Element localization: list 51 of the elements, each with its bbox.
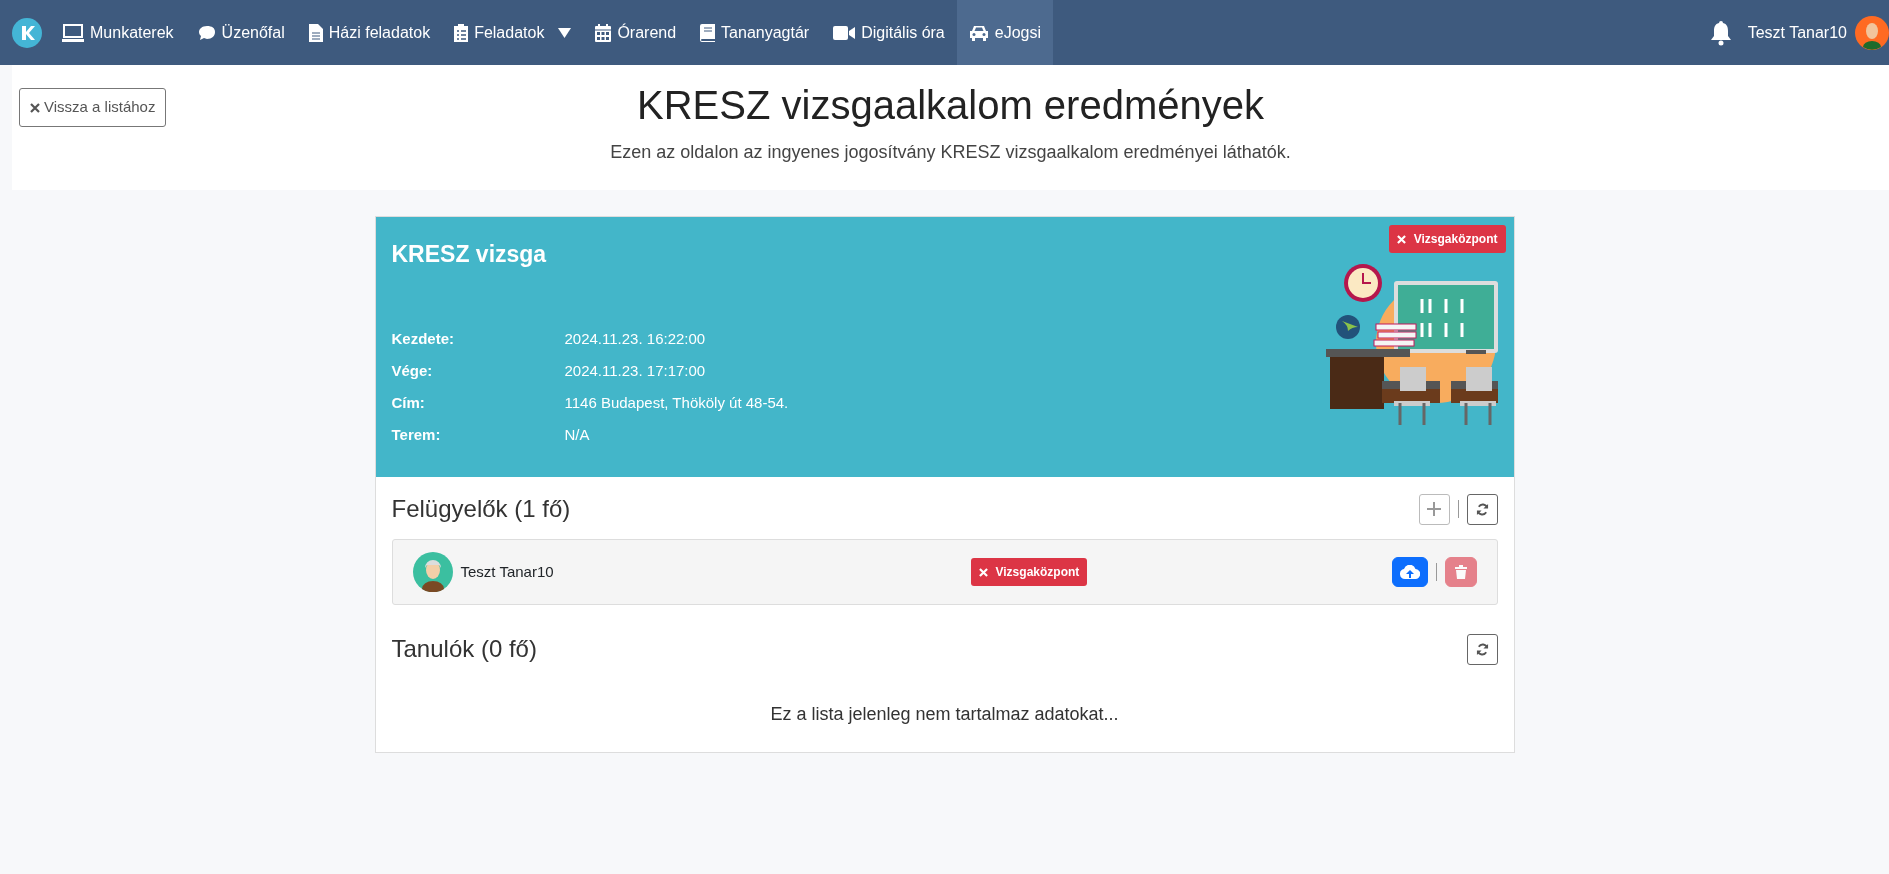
- page-subtitle: Ezen az oldalon az ingyenes jogosítvány KRESZ vizsgaalkalom eredményei láthatók.: [610, 141, 1291, 164]
- exam-center-badge: Vizsgaközpont: [970, 558, 1088, 586]
- nav-link[interactable]: Tananyagtár: [688, 0, 822, 65]
- nav-link[interactable]: Órarend: [583, 0, 689, 65]
- caret-icon: [558, 27, 572, 38]
- nav-link[interactable]: Házi feladatok: [296, 0, 443, 65]
- laptop-icon: [62, 23, 84, 42]
- avatar-icon[interactable]: [1855, 15, 1889, 50]
- field-value: N/A: [564, 426, 590, 444]
- bell-icon[interactable]: [1709, 19, 1732, 46]
- calendar-icon: [595, 23, 612, 42]
- refresh-button[interactable]: [1466, 633, 1498, 665]
- field-value: 2024.11.23. 16:22:00: [564, 330, 706, 348]
- avatar-icon: [412, 552, 453, 592]
- nav-link[interactable]: Digitális óra: [821, 0, 957, 65]
- refresh-icon: [1475, 502, 1489, 516]
- page-title: KRESZ vizsgaalkalom eredmények: [637, 82, 1264, 129]
- speech-bubble-icon: [197, 24, 216, 41]
- user-name[interactable]: Teszt Tanar10: [1747, 20, 1847, 45]
- field-value: 1146 Budapest, Thököly út 48-54.: [564, 394, 789, 412]
- video-camera-icon: [833, 25, 856, 40]
- cloud-upload-icon: [1399, 565, 1420, 579]
- book-icon: [700, 23, 716, 42]
- nav-link[interactable]: eJogsi: [956, 0, 1053, 65]
- field-label: Vége:: [391, 362, 433, 380]
- close-icon: [30, 103, 40, 114]
- field-value: 2024.11.23. 17:17:00: [564, 362, 706, 380]
- exam-center-badge: Vizsgaközpont: [1388, 225, 1506, 253]
- nav-link[interactable]: Feladatok: [442, 0, 584, 65]
- nav-link[interactable]: Üzenőfal: [185, 0, 297, 65]
- logo-icon[interactable]: [12, 17, 42, 48]
- refresh-icon: [1475, 642, 1489, 656]
- field-label: Cím:: [391, 394, 425, 412]
- field-label: Terem:: [391, 426, 441, 444]
- trash-icon: [1454, 565, 1467, 579]
- exam-title: KRESZ vizsga: [391, 240, 547, 269]
- clipboard-icon: [454, 23, 469, 42]
- nav-link[interactable]: Munkaterek: [50, 0, 186, 65]
- document-icon: [308, 23, 323, 42]
- close-icon: [1396, 235, 1406, 245]
- field-label: Kezdete:: [391, 330, 454, 348]
- empty-list-message: Ez a lista jelenleg nem tartalmaz adatokat...: [770, 704, 1119, 724]
- supervisor-name: Teszt Tanar10: [460, 561, 555, 582]
- back-to-list-button[interactable]: Vissza a listához: [19, 88, 167, 127]
- car-icon: [968, 24, 989, 41]
- section-title: Felügyelők (1 fő): [391, 494, 571, 524]
- close-icon: [978, 568, 988, 578]
- plus-icon: [1427, 502, 1441, 516]
- upload-button[interactable]: [1391, 557, 1428, 587]
- section-title: Tanulók (0 fő): [391, 634, 537, 664]
- refresh-button[interactable]: [1466, 493, 1498, 525]
